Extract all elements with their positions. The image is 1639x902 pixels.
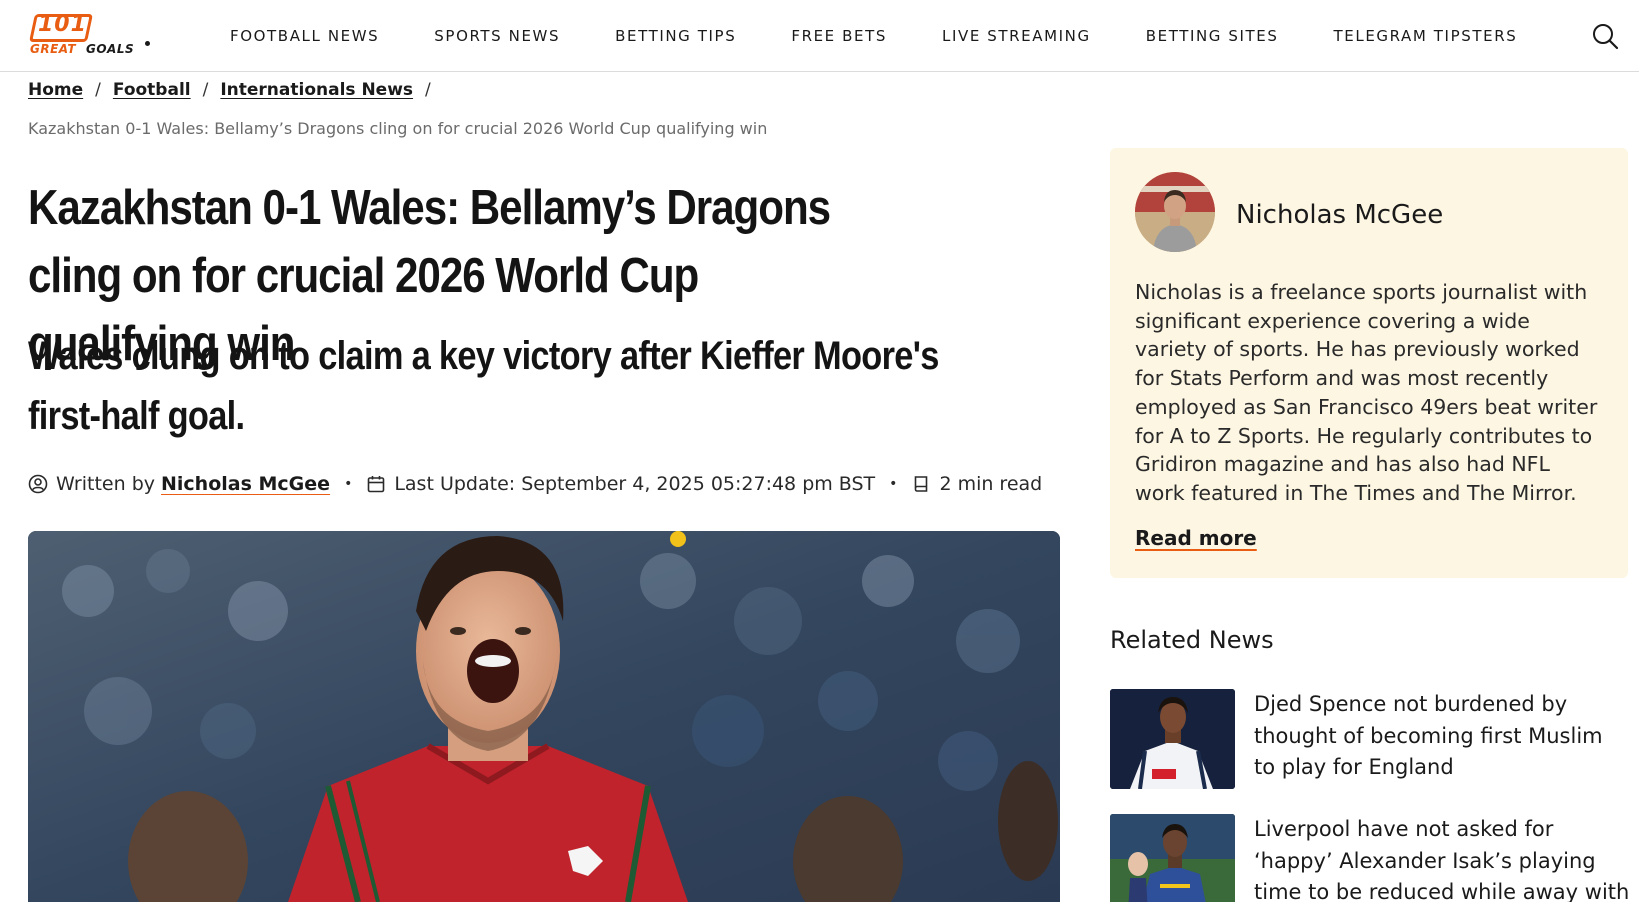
related-thumbnail[interactable] xyxy=(1110,689,1235,789)
hero-image xyxy=(28,531,1060,902)
author-card-name[interactable]: Nicholas McGee xyxy=(1236,200,1443,230)
book-icon xyxy=(915,476,928,492)
logo-dot xyxy=(145,41,150,46)
related-headline[interactable]: Liverpool have not asked for ‘happy’ Ale… xyxy=(1254,814,1630,902)
logo-number: 101 xyxy=(38,12,87,37)
breadcrumb-separator: / xyxy=(425,80,431,100)
author-link[interactable]: Nicholas McGee xyxy=(161,473,330,495)
breadcrumb-home[interactable]: Home xyxy=(28,80,83,100)
written-by-label: Written by xyxy=(56,473,155,495)
meta-bullet: • xyxy=(889,476,898,492)
nav-item-free-bets[interactable]: FREE BETS xyxy=(791,27,887,45)
article-meta: Written by Nicholas McGee • Last Update:… xyxy=(28,473,1042,495)
read-time: 2 min read xyxy=(939,473,1043,495)
meta-bullet: • xyxy=(344,476,353,492)
author-avatar[interactable] xyxy=(1135,172,1215,252)
related-item[interactable]: Liverpool have not asked for ‘happy’ Ale… xyxy=(1110,814,1630,902)
main-nav: FOOTBALL NEWS SPORTS NEWS BETTING TIPS F… xyxy=(230,0,1572,72)
nav-item-football-news[interactable]: FOOTBALL NEWS xyxy=(230,27,379,45)
related-headline[interactable]: Djed Spence not burdened by thought of b… xyxy=(1254,689,1630,784)
read-more-link[interactable]: Read more xyxy=(1135,526,1257,550)
calendar-icon xyxy=(368,476,385,493)
logo-goals: GOALS xyxy=(86,42,135,56)
breadcrumb: Home / Football / Internationals News / xyxy=(28,80,443,100)
breadcrumb-separator: / xyxy=(95,80,101,100)
related-item[interactable]: Djed Spence not burdened by thought of b… xyxy=(1110,689,1630,789)
nav-item-telegram-tipsters[interactable]: TELEGRAM TIPSTERS xyxy=(1334,27,1518,45)
site-header: 101 GREAT GOALS FOOTBALL NEWS SPORTS NEW… xyxy=(0,0,1639,72)
user-circle-icon xyxy=(28,474,48,494)
last-update: Last Update: September 4, 2025 05:27:48 … xyxy=(394,473,876,495)
author-card: Nicholas McGee Nicholas is a freelance s… xyxy=(1110,148,1628,578)
breadcrumb-separator: / xyxy=(202,80,209,100)
related-news-title: Related News xyxy=(1110,626,1274,654)
author-bio: Nicholas is a freelance sports journalis… xyxy=(1135,280,1598,505)
breadcrumb-football[interactable]: Football xyxy=(113,80,191,100)
nav-item-sports-news[interactable]: SPORTS NEWS xyxy=(434,27,560,45)
site-logo[interactable]: 101 GREAT GOALS xyxy=(28,12,158,58)
article-subtitle: Wales clung on to claim a key victory af… xyxy=(28,334,939,438)
search-icon[interactable] xyxy=(1591,22,1619,50)
related-thumbnail[interactable] xyxy=(1110,814,1235,902)
nav-item-live-streaming[interactable]: LIVE STREAMING xyxy=(942,27,1091,45)
breadcrumb-internationals-news[interactable]: Internationals News xyxy=(220,80,413,100)
nav-item-betting-tips[interactable]: BETTING TIPS xyxy=(615,27,736,45)
nav-item-betting-sites[interactable]: BETTING SITES xyxy=(1146,27,1279,45)
breadcrumb-current: Kazakhstan 0-1 Wales: Bellamy’s Dragons … xyxy=(28,119,768,138)
logo-great: GREAT xyxy=(30,42,77,56)
